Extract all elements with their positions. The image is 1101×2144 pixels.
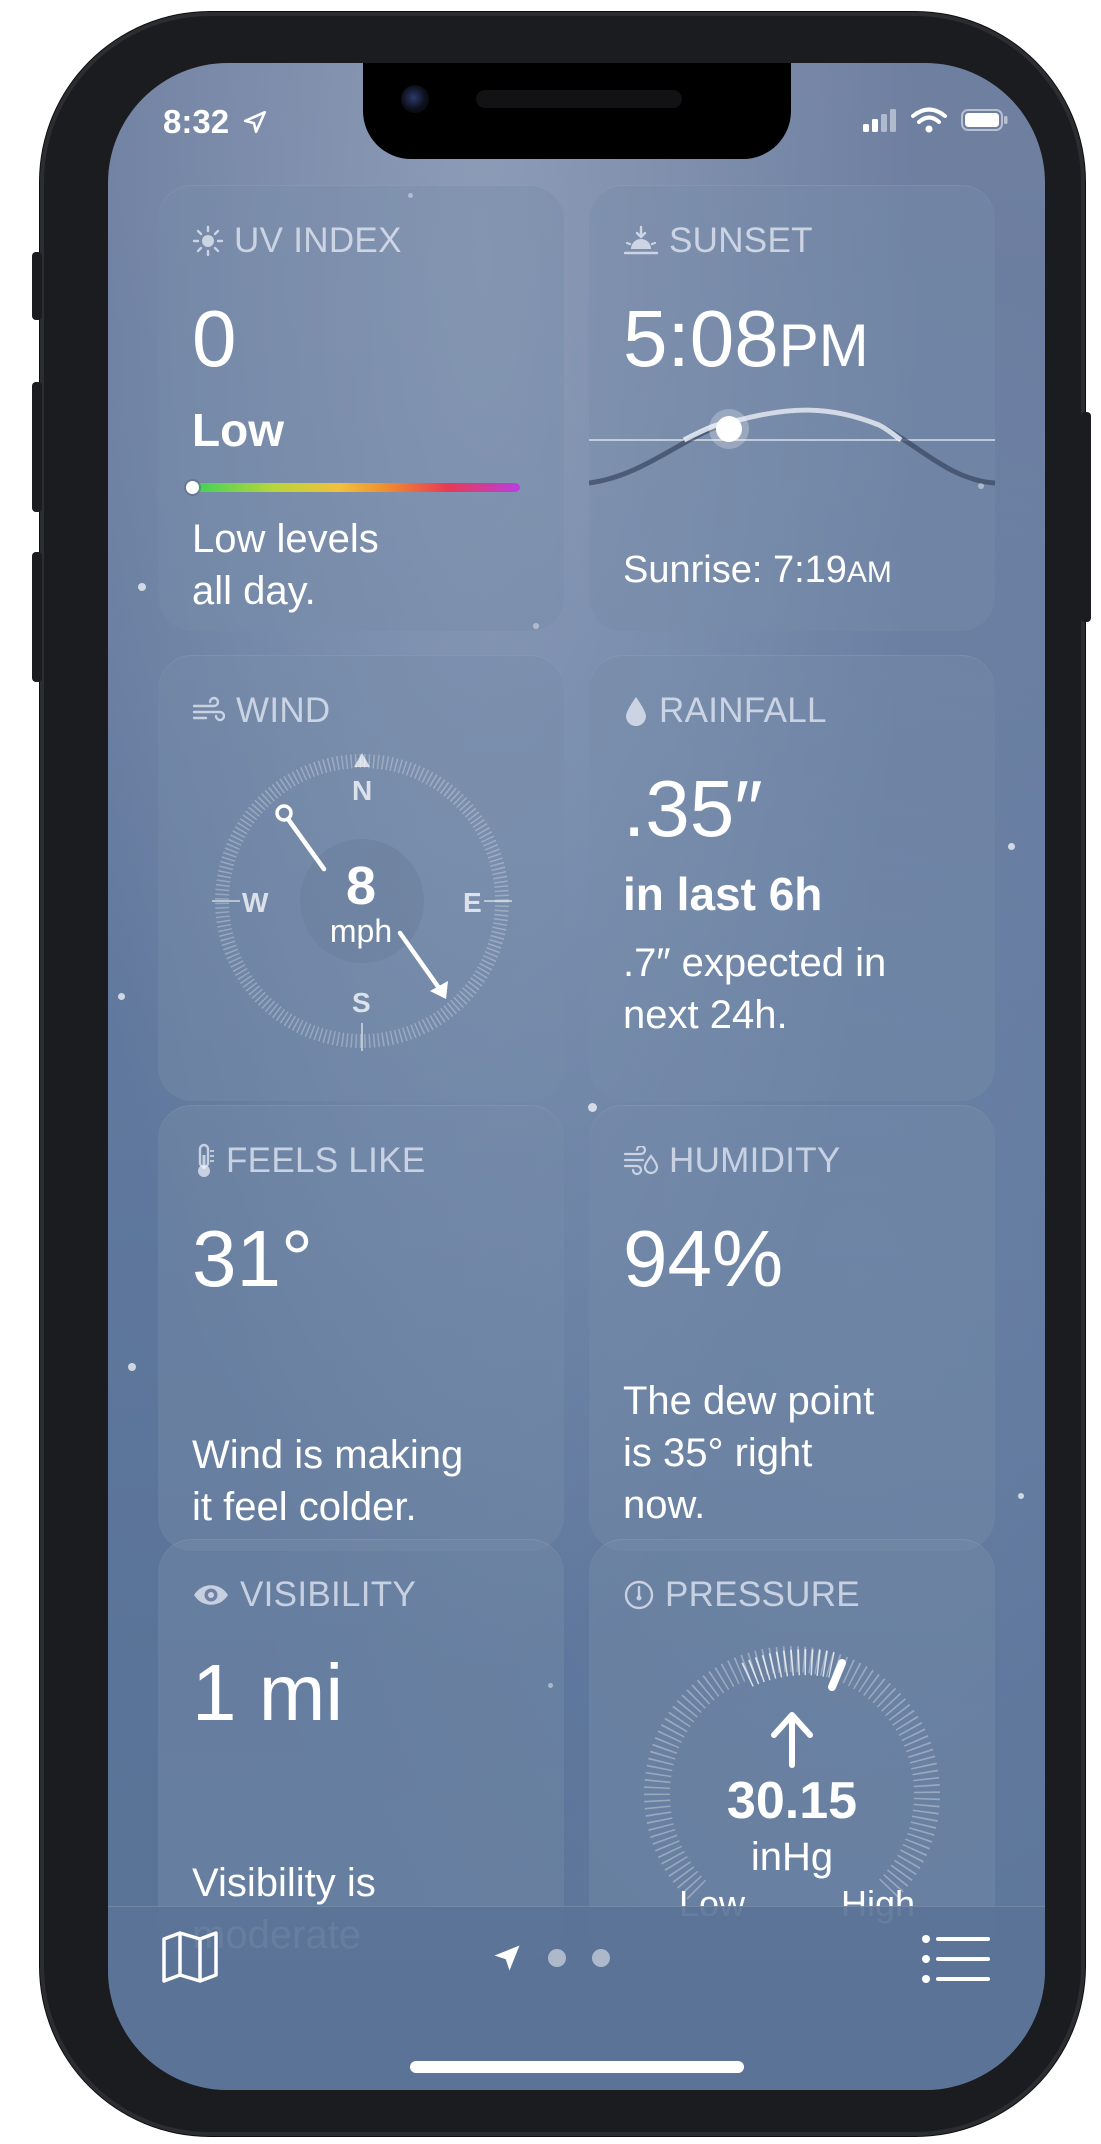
humidity-card[interactable]: HUMIDITY 94% The dew point is 35° right …: [589, 1105, 995, 1551]
feels-like-card[interactable]: FEELS LIKE 31° Wind is making it feel co…: [158, 1105, 564, 1551]
wind-card[interactable]: WIND N W E S 8 mph: [158, 655, 564, 1101]
humidity-title: HUMIDITY: [669, 1141, 841, 1180]
page-dot-1[interactable]: [548, 1949, 566, 1967]
humidity-description-line1: The dew point: [623, 1379, 875, 1423]
notch: [363, 63, 791, 159]
silent-switch: [32, 252, 42, 320]
cellular-signal-icon: [863, 109, 896, 132]
raindrop-icon: [626, 697, 646, 726]
rainfall-description-line2: next 24h.: [623, 993, 788, 1037]
sunrise-time: Sunrise: 7:19: [623, 549, 847, 591]
uv-index-description: Low levels all day.: [192, 513, 379, 617]
visibility-title: VISIBILITY: [240, 1575, 417, 1614]
sunset-time-value: 5:08: [623, 294, 779, 383]
uv-index-header: UV INDEX: [192, 221, 402, 261]
bottom-toolbar: [108, 1906, 1045, 2090]
humidity-header: HUMIDITY: [623, 1141, 841, 1181]
pressure-card[interactable]: PRESSURE 30.15 inHg Low High: [589, 1539, 995, 1959]
location-arrow-icon: [244, 110, 267, 134]
uv-index-description-line2: all day.: [192, 569, 316, 613]
status-time-text: 8:32: [163, 103, 230, 140]
speaker: [476, 90, 682, 108]
sunset-header: SUNSET: [623, 221, 813, 261]
sun-icon: [192, 225, 224, 257]
pressure-value: 30.15: [726, 1772, 858, 1830]
wind-title: WIND: [236, 691, 331, 730]
uv-index-card[interactable]: UV INDEX 0 Low Low levels all day.: [158, 185, 564, 631]
feels-like-title: FEELS LIKE: [226, 1141, 426, 1180]
wind-compass-n: N: [352, 775, 373, 806]
humidity-description: The dew point is 35° right now.: [623, 1375, 874, 1531]
uv-index-title: UV INDEX: [234, 221, 402, 260]
battery-icon: [961, 109, 1008, 131]
uv-index-scale: [186, 481, 520, 494]
uv-index-indicator: [186, 481, 199, 494]
humidity-description-line3: now.: [623, 1483, 706, 1527]
home-indicator[interactable]: [410, 2061, 744, 2073]
page-indicator[interactable]: [492, 1943, 610, 1973]
humidity-icon: [623, 1146, 659, 1176]
uv-index-value: 0: [192, 294, 237, 383]
rainfall-card[interactable]: RAINFALL .35″ in last 6h .7″ expected in…: [589, 655, 995, 1101]
volume-down-button: [32, 552, 42, 682]
sunset-title: SUNSET: [669, 221, 813, 260]
status-icons: [863, 107, 1009, 133]
power-button: [1081, 412, 1091, 622]
thermometer-icon: [198, 1143, 214, 1177]
feels-like-description-line1: Wind is making: [192, 1433, 464, 1477]
rainfall-value: .35″: [623, 764, 763, 853]
pressure-unit: inHg: [750, 1835, 834, 1879]
humidity-description-line2: is 35° right: [623, 1431, 813, 1475]
volume-up-button: [32, 382, 42, 512]
rainfall-description: .7″ expected in next 24h.: [623, 937, 886, 1041]
list-icon[interactable]: [920, 1931, 992, 1987]
humidity-value: 94%: [623, 1214, 784, 1303]
wifi-icon: [911, 107, 947, 133]
feels-like-description-line2: it feel colder.: [192, 1485, 417, 1529]
rainfall-header: RAINFALL: [623, 691, 827, 731]
eye-icon: [194, 1585, 228, 1605]
rainfall-description-line1: .7″ expected in: [623, 941, 887, 985]
gauge-icon: [624, 1580, 654, 1610]
rainfall-title: RAINFALL: [659, 691, 827, 730]
weather-screen: 8:32 UV INDEX 0 Low Low levels all day. …: [108, 63, 1045, 2090]
wind-speed: 8: [345, 856, 377, 916]
visibility-description-line1: Visibility is: [192, 1861, 376, 1905]
sunrise-suffix: AM: [846, 556, 892, 589]
wind-compass-s: S: [352, 987, 371, 1018]
wind-unit: mph: [329, 913, 393, 949]
wind-icon: [192, 696, 226, 722]
sunset-card[interactable]: SUNSET 5:08PM Sunrise: 7:19AM: [589, 185, 995, 631]
sunrise-label: Sunrise: 7:19AM: [623, 549, 892, 592]
uv-index-level: Low: [192, 404, 284, 456]
sunset-time-suffix: PM: [778, 312, 869, 379]
visibility-value: 1 mi: [192, 1648, 344, 1737]
front-camera: [401, 85, 429, 113]
feels-like-value: 31°: [192, 1214, 313, 1303]
pressure-header: PRESSURE: [623, 1575, 860, 1615]
sunset-icon: [623, 225, 659, 255]
pressure-title: PRESSURE: [665, 1575, 860, 1614]
location-arrow-icon: [494, 1945, 520, 1971]
visibility-header: VISIBILITY: [192, 1575, 416, 1615]
sunset-time: 5:08PM: [623, 293, 869, 385]
sun-path-curve: [589, 407, 995, 486]
status-time: 8:32: [163, 103, 268, 141]
visibility-card[interactable]: VISIBILITY 1 mi Visibility is moderate: [158, 1539, 564, 1959]
map-icon[interactable]: [160, 1929, 220, 1985]
feels-like-header: FEELS LIKE: [192, 1141, 425, 1181]
feels-like-description: Wind is making it feel colder.: [192, 1429, 463, 1533]
uv-index-description-line1: Low levels: [192, 517, 379, 561]
page-dot-2[interactable]: [592, 1949, 610, 1967]
wind-header: WIND: [192, 691, 331, 731]
rainfall-period: in last 6h: [623, 868, 823, 920]
